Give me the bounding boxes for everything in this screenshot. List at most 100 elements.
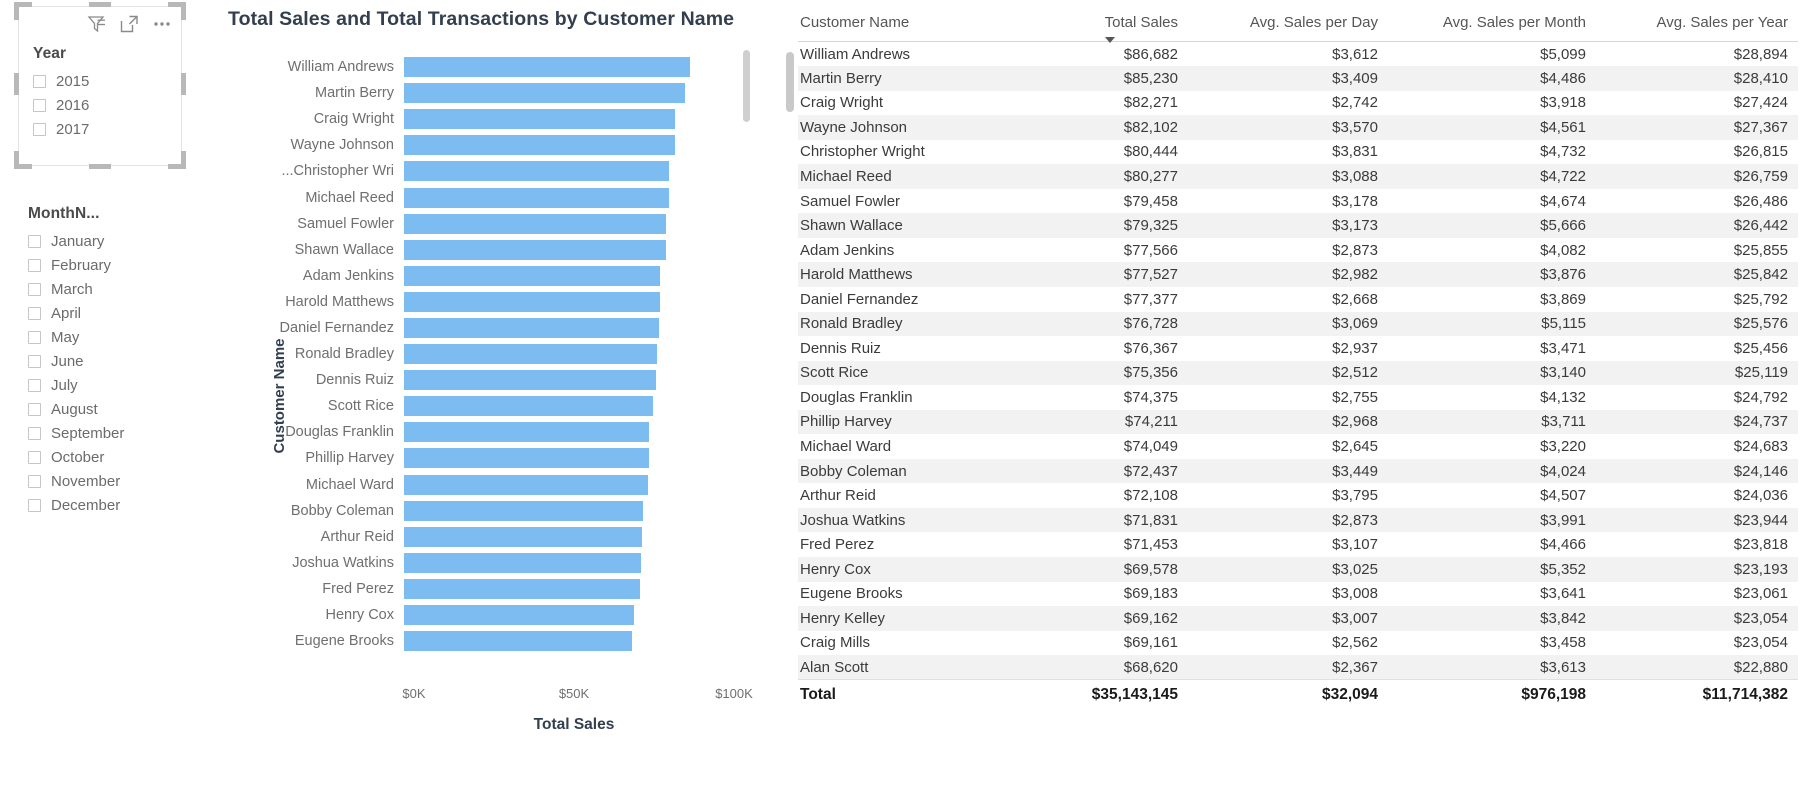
bar-fill[interactable] xyxy=(404,187,669,208)
bar-row[interactable]: Dennis Ruiz xyxy=(236,367,734,393)
bar-fill[interactable] xyxy=(404,239,666,260)
bar-fill[interactable] xyxy=(404,265,660,286)
selection-handle[interactable] xyxy=(181,2,186,20)
bar-fill[interactable] xyxy=(404,552,642,573)
bar-fill[interactable] xyxy=(404,317,660,338)
year-slicer[interactable]: Year 2015 2016 2017 xyxy=(18,6,182,166)
selection-handle[interactable] xyxy=(181,73,186,95)
table-visual[interactable]: Customer Name Total Sales Avg. Sales per… xyxy=(780,0,1810,811)
slicer-item-january[interactable]: January xyxy=(28,229,190,253)
bar-fill[interactable] xyxy=(404,474,649,495)
bar-row[interactable]: Scott Rice xyxy=(236,393,734,419)
bar-fill[interactable] xyxy=(404,109,676,130)
bar-row[interactable]: Shawn Wallace xyxy=(236,237,734,263)
bar-row[interactable]: Joshua Watkins xyxy=(236,550,734,576)
selection-handle[interactable] xyxy=(14,151,19,169)
table-row[interactable]: Alan Scott $68,620 $2,367 $3,613 $22,880 xyxy=(798,655,1798,680)
bar-row[interactable]: Bobby Coleman xyxy=(236,498,734,524)
bar-row[interactable]: Michael Ward xyxy=(236,472,734,498)
table-row[interactable]: Arthur Reid $72,108 $3,795 $4,507 $24,036 xyxy=(798,483,1798,508)
selection-handle[interactable] xyxy=(89,164,111,169)
bar-row[interactable]: Fred Perez xyxy=(236,576,734,602)
table-row[interactable]: Shawn Wallace $79,325 $3,173 $5,666 $26,442 xyxy=(798,213,1798,238)
table-row[interactable]: Martin Berry $85,230 $3,409 $4,486 $28,410 xyxy=(798,66,1798,91)
table-row[interactable]: William Andrews $86,682 $3,612 $5,099 $28,89… xyxy=(798,42,1798,67)
slicer-item-april[interactable]: April xyxy=(28,301,190,325)
checkbox-icon[interactable] xyxy=(28,378,41,392)
table-row[interactable]: Bobby Coleman $72,437 $3,449 $4,024 $24,146 xyxy=(798,458,1798,484)
month-slicer[interactable]: MonthN... January February March April M… xyxy=(18,205,190,517)
checkbox-icon[interactable] xyxy=(28,354,41,368)
table-row[interactable]: Dennis Ruiz $76,367 $2,937 $3,471 $25,456 xyxy=(798,336,1798,361)
slicer-item-november[interactable]: November xyxy=(28,469,190,493)
bar-fill[interactable] xyxy=(404,57,691,78)
bar-fill[interactable] xyxy=(404,213,667,234)
table-row[interactable]: Michael Reed $80,277 $3,088 $4,722 $26,759 xyxy=(798,164,1798,189)
checkbox-icon[interactable] xyxy=(33,98,46,112)
slicer-item-july[interactable]: July xyxy=(28,373,190,397)
checkbox-icon[interactable] xyxy=(33,74,46,88)
bar-row[interactable]: Arthur Reid xyxy=(236,524,734,550)
checkbox-icon[interactable] xyxy=(33,122,46,136)
slicer-item-september[interactable]: September xyxy=(28,421,190,445)
bar-fill[interactable] xyxy=(404,161,670,182)
table-row[interactable]: Wayne Johnson $82,102 $3,570 $4,561 $27,367 xyxy=(798,115,1798,140)
table-row[interactable]: Harold Matthews $77,527 $2,982 $3,876 $25,84… xyxy=(798,262,1798,287)
slicer-item-may[interactable]: May xyxy=(28,325,190,349)
table-row[interactable]: Craig Wright $82,271 $2,742 $3,918 $27,424 xyxy=(798,91,1798,116)
bar-row[interactable]: Eugene Brooks xyxy=(236,628,734,654)
slicer-item-2015[interactable]: 2015 xyxy=(33,69,175,93)
bar-fill[interactable] xyxy=(404,344,658,365)
column-header-customer-name[interactable]: Customer Name xyxy=(798,10,1013,42)
table-row[interactable]: Scott Rice $75,356 $2,512 $3,140 $25,119 xyxy=(798,360,1798,386)
table-row[interactable]: Fred Perez $71,453 $3,107 $4,466 $23,818 xyxy=(798,532,1798,557)
bar-fill[interactable] xyxy=(404,396,653,417)
slicer-item-february[interactable]: February xyxy=(28,253,190,277)
bar-fill[interactable] xyxy=(404,83,686,104)
checkbox-icon[interactable] xyxy=(28,234,41,248)
bar-fill[interactable] xyxy=(404,526,642,547)
bar-fill[interactable] xyxy=(404,291,660,312)
table-row[interactable]: Michael Ward $74,049 $2,645 $3,220 $24,683 xyxy=(798,434,1798,459)
chart-scrollbar-thumb[interactable] xyxy=(743,50,750,122)
selection-handle[interactable] xyxy=(89,2,111,7)
bar-fill[interactable] xyxy=(404,500,644,521)
bar-row[interactable]: Daniel Fernandez xyxy=(236,315,734,341)
column-header-total-sales[interactable]: Total Sales xyxy=(1013,10,1188,43)
bar-row[interactable]: Harold Matthews xyxy=(236,289,734,315)
bar-row[interactable]: Douglas Franklin xyxy=(236,419,734,445)
table-row[interactable]: Christopher Wright $80,444 $3,831 $4,732 $26… xyxy=(798,140,1798,165)
selection-handle[interactable] xyxy=(181,151,186,169)
bar-fill[interactable] xyxy=(404,370,656,391)
table-row[interactable]: Adam Jenkins $77,566 $2,873 $4,082 $25,855 xyxy=(798,238,1798,263)
checkbox-icon[interactable] xyxy=(28,402,41,416)
checkbox-icon[interactable] xyxy=(28,450,41,464)
checkbox-icon[interactable] xyxy=(28,258,41,272)
slicer-item-march[interactable]: March xyxy=(28,277,190,301)
checkbox-icon[interactable] xyxy=(28,306,41,320)
bar-fill[interactable] xyxy=(404,135,675,156)
focus-mode-icon[interactable] xyxy=(118,13,140,35)
slicer-item-2016[interactable]: 2016 xyxy=(33,93,175,117)
column-header-avg-sales-per-year[interactable]: Avg. Sales per Year xyxy=(1596,10,1798,42)
bar-row[interactable]: William Andrews xyxy=(236,54,734,80)
bar-row[interactable]: Craig Wright xyxy=(236,106,734,132)
slicer-item-august[interactable]: August xyxy=(28,397,190,421)
checkbox-icon[interactable] xyxy=(28,426,41,440)
table-scrollbar-thumb[interactable] xyxy=(786,52,794,112)
checkbox-icon[interactable] xyxy=(28,474,41,488)
selection-handle[interactable] xyxy=(14,2,19,20)
table-row[interactable]: Phillip Harvey $74,211 $2,968 $3,711 $24,737 xyxy=(798,409,1798,435)
table-row[interactable]: Henry Kelley $69,162 $3,007 $3,842 $23,054 xyxy=(798,606,1798,631)
table-row[interactable]: Ronald Bradley $76,728 $3,069 $5,115 $25,576 xyxy=(798,311,1798,337)
bar-row[interactable]: Phillip Harvey xyxy=(236,445,734,471)
table-row[interactable]: Craig Mills $69,161 $2,562 $3,458 $23,054 xyxy=(798,631,1798,656)
bar-row[interactable]: Adam Jenkins xyxy=(236,263,734,289)
bar-fill[interactable] xyxy=(404,631,633,652)
checkbox-icon[interactable] xyxy=(28,498,41,512)
bar-fill[interactable] xyxy=(404,448,649,469)
chart-scrollbar[interactable] xyxy=(743,50,750,688)
bar-fill[interactable] xyxy=(404,422,650,443)
checkbox-icon[interactable] xyxy=(28,282,41,296)
slicer-item-december[interactable]: December xyxy=(28,493,190,517)
